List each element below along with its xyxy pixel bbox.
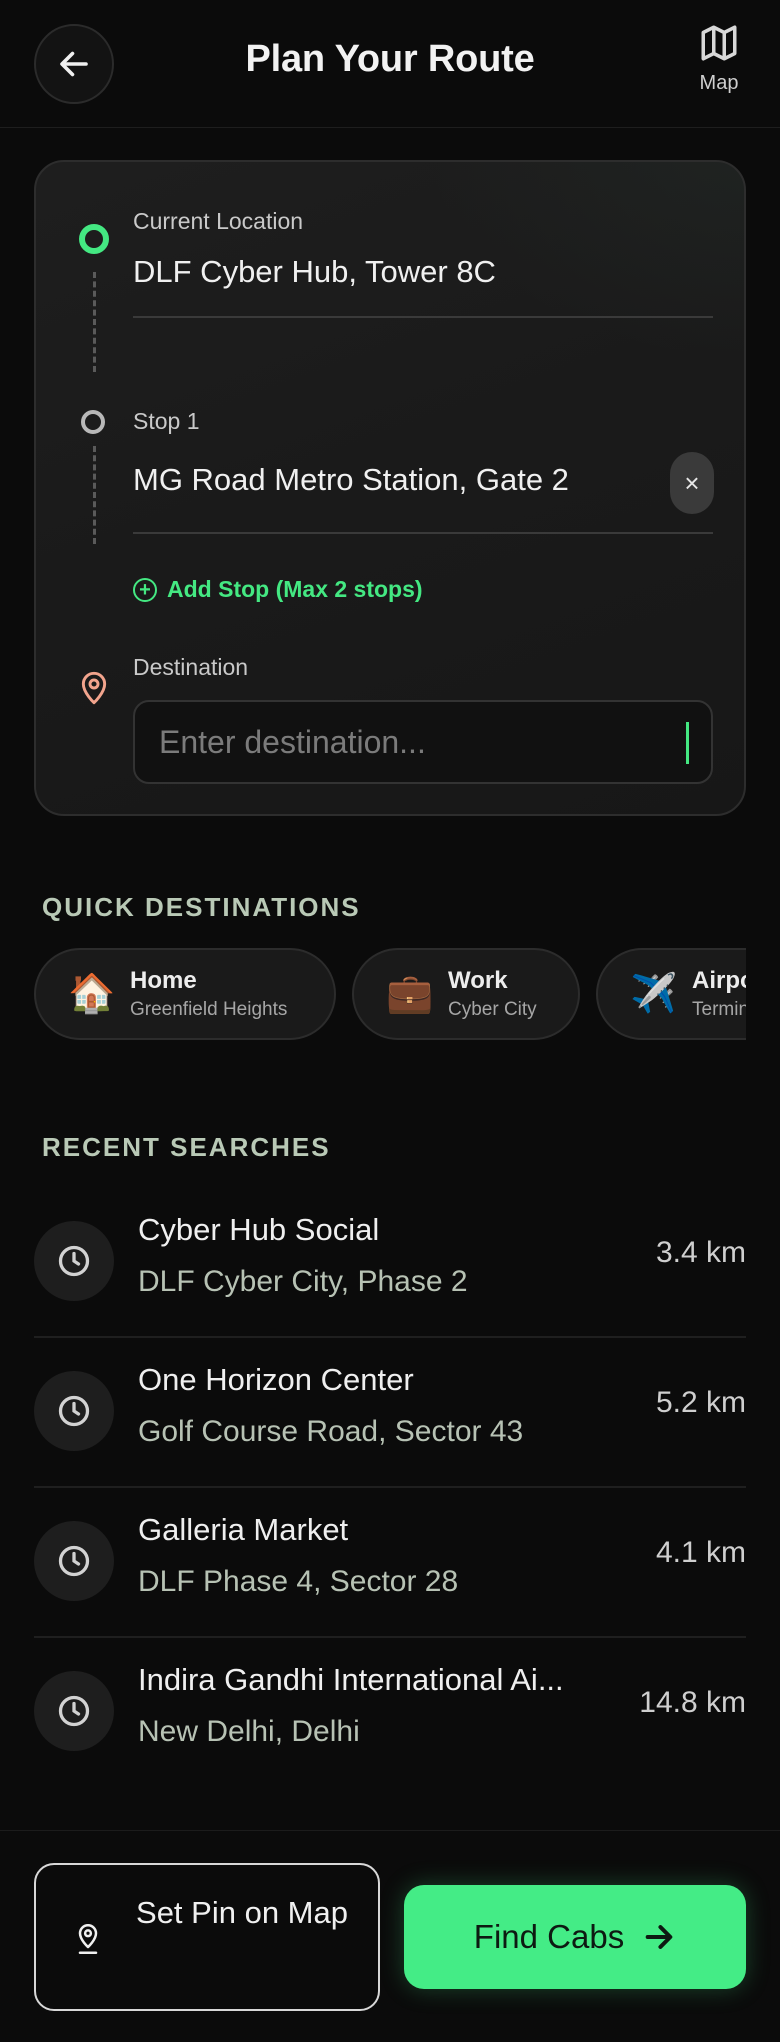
page-title: Plan Your Route: [245, 38, 535, 80]
quick-destination-home[interactable]: 🏠 Home Greenfield Heights: [34, 948, 336, 1040]
stop-underline: [133, 532, 713, 534]
current-location-dot: [79, 224, 109, 254]
clock-icon-wrap: [34, 1371, 114, 1451]
stop-input[interactable]: MG Road Metro Station, Gate 2: [133, 462, 569, 498]
text-caret: [686, 722, 689, 764]
add-stop-button[interactable]: + Add Stop (Max 2 stops): [133, 576, 423, 603]
clock-icon: [58, 1695, 90, 1727]
chip-title: Home: [130, 967, 197, 994]
quick-destination-airport[interactable]: ✈️ Airport Terminal: [596, 948, 746, 1040]
set-pin-button[interactable]: Set Pin on Map: [34, 1863, 380, 2011]
clock-icon-wrap: [34, 1221, 114, 1301]
recent-title: Indira Gandhi International Ai...: [138, 1662, 564, 1697]
clock-icon-wrap: [34, 1671, 114, 1751]
destination-input[interactable]: Enter destination...: [133, 700, 713, 784]
chip-title: Work: [448, 967, 508, 994]
set-pin-label: Set Pin on Map: [136, 1895, 348, 1930]
add-stop-label: Add Stop (Max 2 stops): [167, 576, 423, 602]
plus-circle-icon: +: [133, 577, 157, 602]
footer-actions: Set Pin on Map Find Cabs: [0, 1830, 780, 2042]
stop-label: Stop 1: [133, 408, 200, 434]
recent-search-item[interactable]: Galleria Market DLF Phase 4, Sector 28 4…: [34, 1488, 746, 1638]
close-icon: ×: [684, 467, 700, 498]
find-cabs-label: Find Cabs: [473, 1918, 625, 1955]
quick-destinations-row[interactable]: 🏠 Home Greenfield Heights 💼 Work Cyber C…: [34, 948, 746, 1040]
map-button[interactable]: Map: [686, 22, 752, 106]
recent-distance: 4.1 km: [655, 1536, 746, 1569]
recent-search-item[interactable]: One Horizon Center Golf Course Road, Sec…: [34, 1338, 746, 1488]
map-button-label: Map: [699, 72, 739, 94]
recent-title: One Horizon Center: [138, 1362, 414, 1397]
route-connector: [93, 446, 96, 544]
recent-search-item[interactable]: Cyber Hub Social DLF Cyber City, Phase 2…: [34, 1188, 746, 1338]
destination-placeholder: Enter destination...: [159, 723, 426, 760]
recent-subtitle: DLF Cyber City, Phase 2: [138, 1265, 468, 1298]
header: Plan Your Route Map: [0, 0, 780, 128]
airplane-icon: ✈️: [630, 973, 678, 1015]
route-connector: [93, 272, 96, 372]
arrow-right-icon: [642, 1920, 676, 1954]
recent-searches-heading: RECENT SEARCHES: [42, 1132, 331, 1162]
route-card: Current Location DLF Cyber Hub, Tower 8C…: [34, 160, 746, 816]
recent-subtitle: DLF Phase 4, Sector 28: [138, 1565, 459, 1598]
recent-title: Galleria Market: [138, 1512, 349, 1547]
current-location-input[interactable]: DLF Cyber Hub, Tower 8C: [133, 254, 496, 290]
find-cabs-button[interactable]: Find Cabs: [404, 1885, 746, 1989]
clock-icon-wrap: [34, 1521, 114, 1601]
recent-search-item[interactable]: Indira Gandhi International Ai... New De…: [34, 1638, 746, 1788]
recent-distance: 5.2 km: [655, 1386, 746, 1419]
chip-title: Airport: [692, 967, 746, 994]
recent-title: Cyber Hub Social: [138, 1212, 380, 1247]
current-location-label: Current Location: [133, 208, 304, 234]
recent-subtitle: Golf Course Road, Sector 43: [138, 1415, 524, 1448]
clock-icon: [58, 1245, 90, 1277]
briefcase-icon: 💼: [386, 973, 434, 1015]
recent-distance: 14.8 km: [639, 1686, 746, 1719]
chip-subtitle: Cyber City: [448, 999, 537, 1020]
clock-icon: [58, 1545, 90, 1577]
clock-icon: [58, 1395, 90, 1427]
destination-pin-icon: [81, 671, 107, 705]
recent-subtitle: New Delhi, Delhi: [138, 1715, 360, 1748]
chip-subtitle: Terminal: [692, 999, 746, 1020]
current-location-underline: [133, 316, 713, 318]
stop-dot: [81, 410, 105, 434]
chip-subtitle: Greenfield Heights: [130, 999, 288, 1020]
map-pin-icon: [78, 1924, 98, 1954]
map-icon: [701, 25, 737, 61]
recent-distance: 3.4 km: [655, 1236, 746, 1269]
quick-destination-work[interactable]: 💼 Work Cyber City: [352, 948, 580, 1040]
destination-label: Destination: [133, 654, 249, 680]
quick-destinations-heading: QUICK DESTINATIONS: [42, 892, 361, 922]
clear-stop-button[interactable]: ×: [670, 452, 714, 514]
home-icon: 🏠: [68, 973, 116, 1015]
